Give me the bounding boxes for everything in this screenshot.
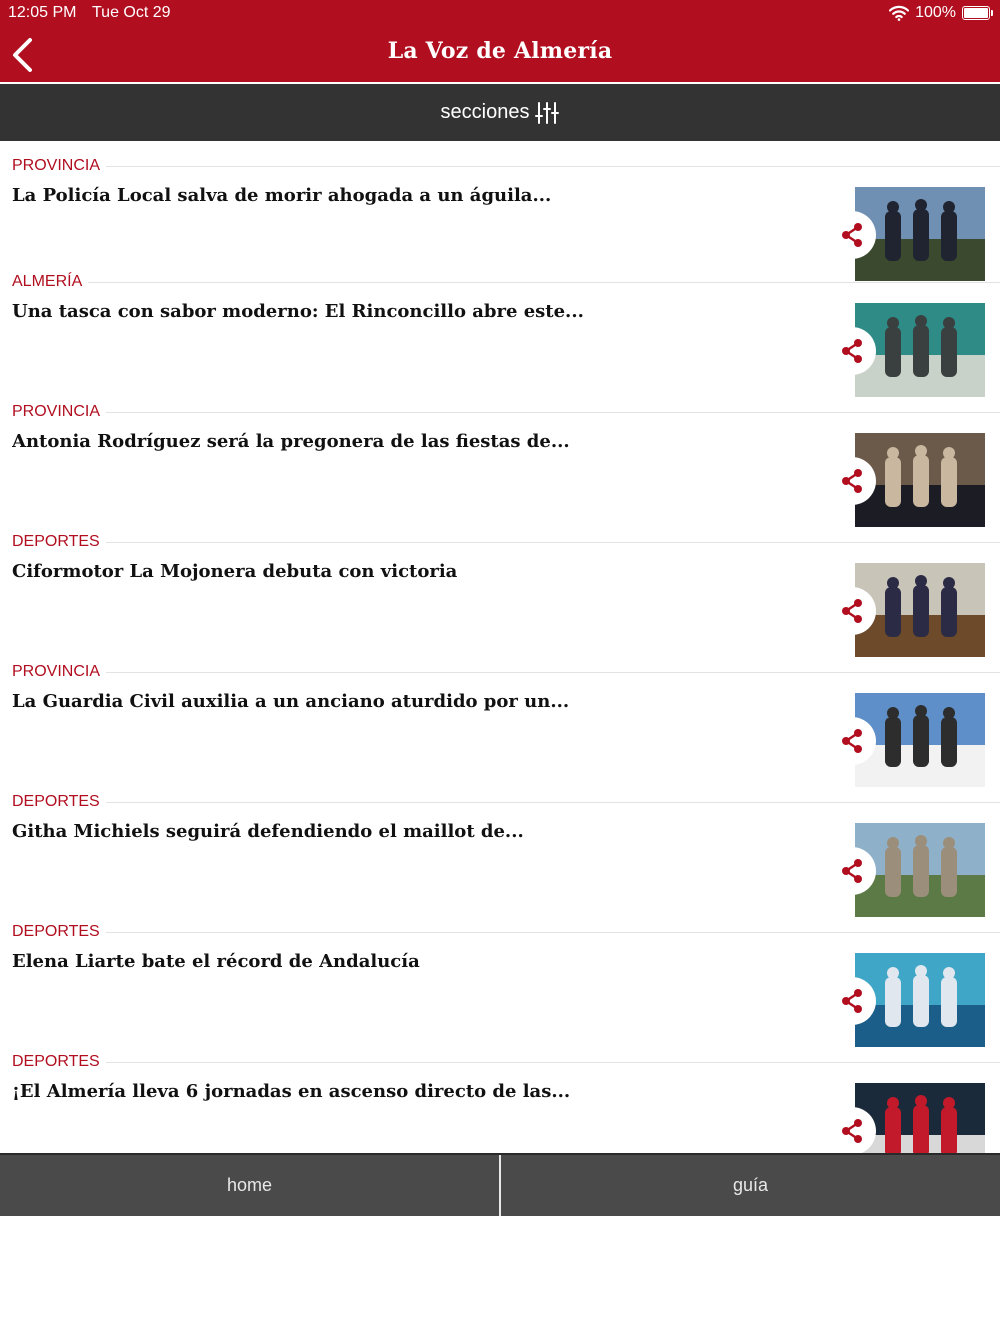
list-item[interactable]: DEPORTES ¡El Almería lleva 6 jornadas en … [0, 1051, 1000, 1153]
share-button[interactable] [828, 1107, 876, 1153]
battery-icon [962, 6, 993, 20]
list-item[interactable]: ALMERÍA Una tasca con sabor moderno: El R… [0, 271, 1000, 399]
article-headline[interactable]: Antonia Rodríguez será la pregonera de l… [12, 431, 802, 452]
sliders-icon [535, 101, 560, 124]
article-category: DEPORTES [12, 533, 106, 551]
header-bar: La Voz de Almería [0, 28, 1000, 82]
article-headline[interactable]: Ciformotor La Mojonera debuta con victor… [12, 561, 802, 582]
share-icon [842, 599, 862, 623]
article-category: DEPORTES [12, 1053, 106, 1071]
list-item[interactable]: DEPORTES Ciformotor La Mojonera debuta co… [0, 531, 1000, 659]
category-divider [12, 1062, 1000, 1063]
share-icon [842, 989, 862, 1013]
share-button[interactable] [828, 977, 876, 1025]
sections-button[interactable]: secciones [0, 84, 1000, 141]
app-title: La Voz de Almería [387, 38, 613, 64]
share-button[interactable] [828, 327, 876, 375]
share-icon [842, 223, 862, 247]
article-list[interactable]: PROVINCIA La Policía Local salva de morir… [0, 141, 1000, 1153]
article-headline[interactable]: Elena Liarte bate el récord de Andalucía [12, 951, 802, 972]
article-category: PROVINCIA [12, 663, 107, 681]
share-icon [842, 469, 862, 493]
share-button[interactable] [828, 847, 876, 895]
share-icon [842, 729, 862, 753]
share-button[interactable] [828, 211, 876, 259]
share-button[interactable] [828, 457, 876, 505]
article-headline[interactable]: Githa Michiels seguirá defendiendo el ma… [12, 821, 802, 842]
article-headline[interactable]: La Guardia Civil auxilia a un anciano at… [12, 691, 802, 712]
share-icon [842, 339, 862, 363]
article-headline[interactable]: ¡El Almería lleva 6 jornadas en ascenso … [12, 1081, 802, 1102]
category-divider [12, 802, 1000, 803]
article-category: DEPORTES [12, 793, 106, 811]
bottom-tab-bar: home guía [0, 1153, 1000, 1216]
list-item[interactable]: PROVINCIA La Policía Local salva de morir… [0, 155, 1000, 283]
article-category: ALMERÍA [12, 273, 89, 291]
tab-home[interactable]: home [0, 1155, 499, 1216]
share-icon [842, 1119, 862, 1143]
category-divider [12, 542, 1000, 543]
category-divider [12, 166, 1000, 167]
category-divider [12, 932, 1000, 933]
sections-label: secciones [440, 101, 530, 123]
list-item[interactable]: PROVINCIA La Guardia Civil auxilia a un a… [0, 661, 1000, 789]
category-divider [12, 282, 1000, 283]
category-divider [12, 412, 1000, 413]
share-button[interactable] [828, 717, 876, 765]
article-headline[interactable]: La Policía Local salva de morir ahogada … [12, 185, 802, 206]
football-players-celebrating-photo[interactable] [855, 1083, 985, 1153]
article-category: PROVINCIA [12, 403, 107, 421]
list-item[interactable]: PROVINCIA Antonia Rodríguez será la prego… [0, 401, 1000, 529]
share-button[interactable] [828, 587, 876, 635]
status-time: 12:05 PM [8, 4, 77, 21]
status-date: Tue Oct 29 [92, 4, 171, 21]
wifi-icon [889, 5, 910, 21]
tab-guide[interactable]: guía [501, 1155, 1000, 1216]
share-icon [842, 859, 862, 883]
category-divider [12, 672, 1000, 673]
article-category: DEPORTES [12, 923, 106, 941]
article-category: PROVINCIA [12, 157, 107, 175]
status-bar: 12:05 PM Tue Oct 29 100% [0, 0, 1000, 28]
article-headline[interactable]: Una tasca con sabor moderno: El Rinconci… [12, 301, 802, 322]
list-item[interactable]: DEPORTES Githa Michiels seguirá defendien… [0, 791, 1000, 919]
status-right: 100% [889, 4, 993, 22]
list-item[interactable]: DEPORTES Elena Liarte bate el récord de A… [0, 921, 1000, 1049]
battery-percent: 100% [915, 4, 956, 21]
